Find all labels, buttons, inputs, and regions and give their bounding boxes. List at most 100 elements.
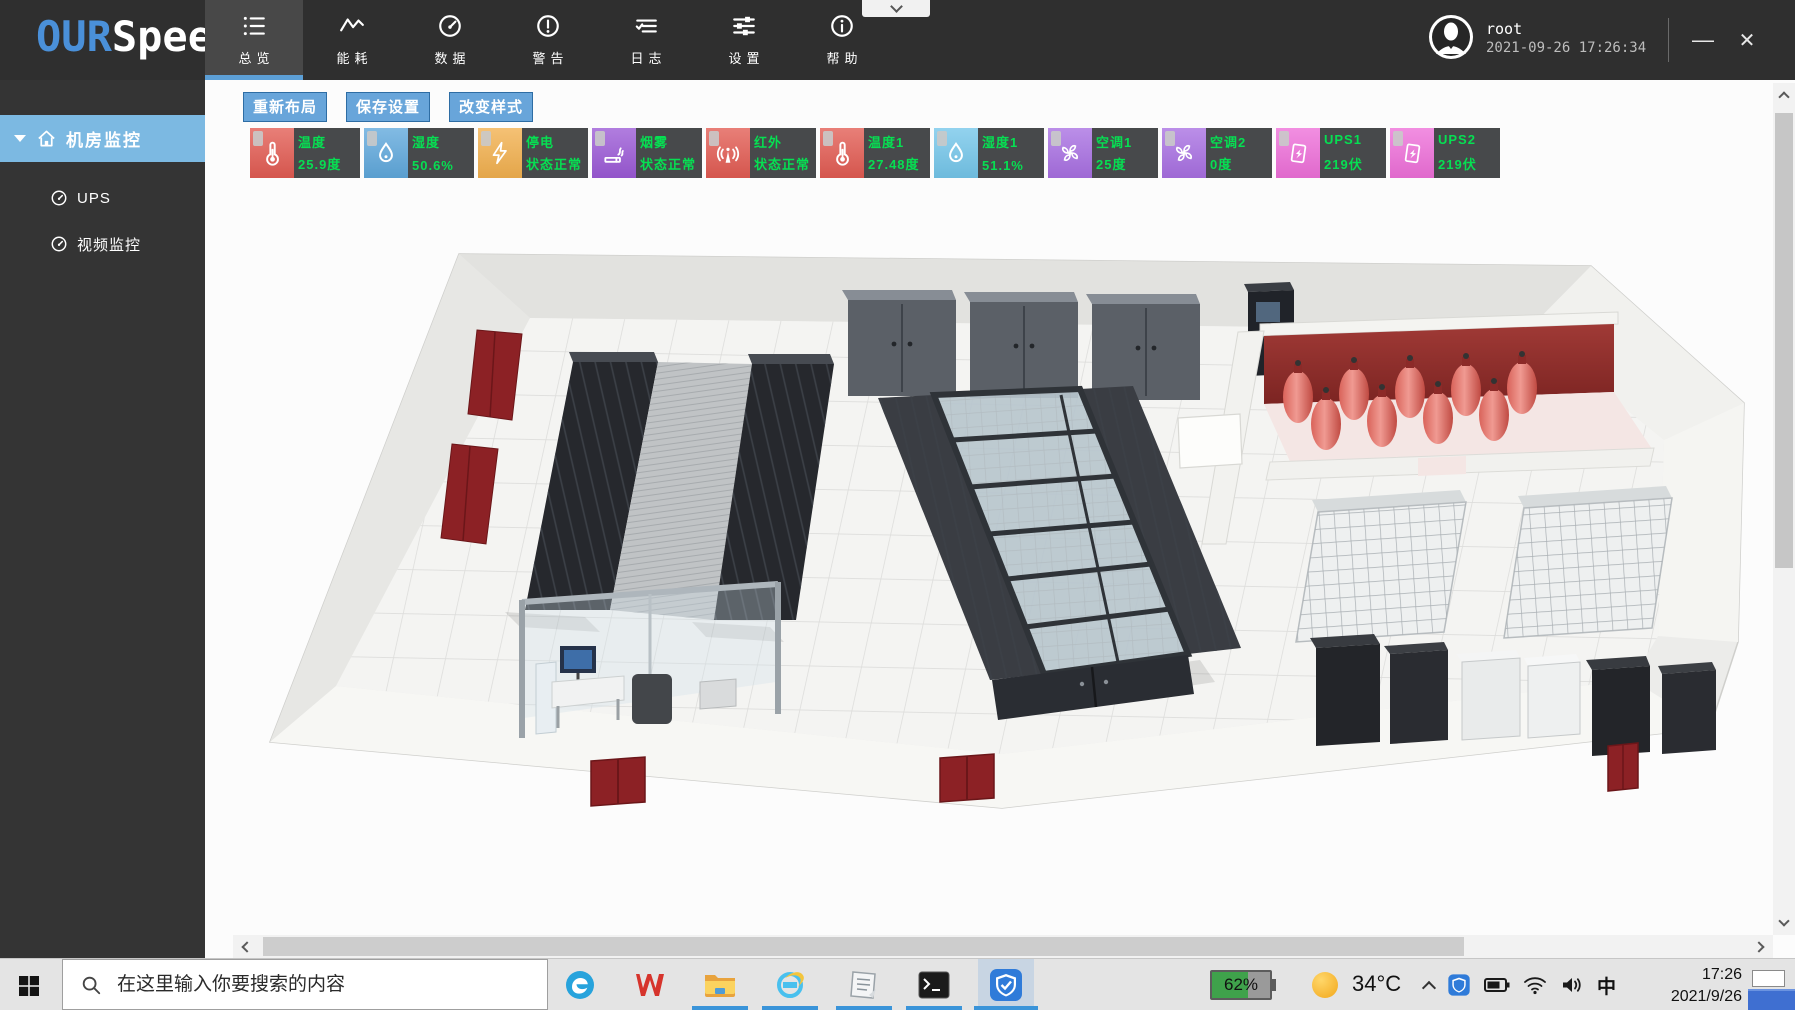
vertical-scroll-thumb[interactable] — [1775, 113, 1793, 568]
tab-alerts[interactable]: 警告 — [499, 0, 597, 80]
scroll-left-button[interactable] — [233, 935, 257, 958]
internet-explorer-icon[interactable] — [766, 959, 814, 1010]
sensor-tile-ups2[interactable]: UPS2219伏 — [1390, 128, 1500, 178]
tag-icon — [937, 131, 947, 146]
tab-logs[interactable]: 日志 — [597, 0, 695, 80]
weather-sun-icon[interactable] — [1312, 972, 1338, 998]
battery-percent: 62% — [1212, 972, 1270, 998]
sensor-tile-ac1[interactable]: 空调125度 — [1048, 128, 1158, 178]
sensor-name: 湿度1 — [982, 132, 1040, 151]
collapse-handle[interactable] — [862, 0, 930, 17]
battery-widget[interactable]: 62% — [1210, 970, 1272, 1000]
tray-shield-icon[interactable] — [1447, 973, 1471, 997]
search-input[interactable] — [115, 973, 495, 997]
tab-label: 设置 — [728, 48, 764, 67]
list-icon — [241, 13, 267, 39]
log-list-icon — [633, 13, 659, 39]
tag-icon — [253, 131, 263, 146]
sensor-tile-smoke[interactable]: 烟雾状态正常 — [592, 128, 702, 178]
battery-icon — [1276, 128, 1320, 178]
sliders-icon — [731, 13, 757, 39]
tab-label: 日志 — [630, 48, 666, 67]
sensor-name: 温度 — [298, 132, 356, 151]
notepad-icon[interactable] — [840, 959, 888, 1010]
sidebar-item-video[interactable]: 视频监控 — [0, 226, 205, 262]
sensor-value: 27.48度 — [868, 154, 926, 173]
taskbar-clock[interactable]: 17:26 2021/9/26 — [1626, 964, 1742, 1007]
sensor-name: 红外 — [754, 132, 812, 151]
edge-icon[interactable] — [556, 959, 604, 1010]
sensor-value: 0度 — [1210, 154, 1268, 173]
tray-battery-icon[interactable] — [1484, 977, 1510, 993]
taskbar-search[interactable] — [62, 959, 548, 1010]
main-content: 重新布局 保存设置 改变样式 温度 25.9度 湿度50.6% — [205, 80, 1795, 958]
alert-circle-icon — [535, 13, 561, 39]
tag-icon — [823, 131, 833, 146]
divider — [1668, 18, 1669, 62]
tab-overview[interactable]: 总览 — [205, 0, 303, 80]
sensor-value: 状态正常 — [526, 154, 584, 173]
save-settings-button[interactable]: 保存设置 — [346, 92, 430, 122]
crac-units — [842, 290, 1200, 400]
pulse-icon — [339, 13, 365, 39]
show-desktop-button[interactable] — [1752, 970, 1785, 987]
gauge-icon — [50, 189, 68, 207]
wps-icon[interactable] — [626, 959, 674, 1010]
tab-settings[interactable]: 设置 — [695, 0, 793, 80]
tab-label: 数据 — [434, 48, 470, 67]
vertical-scrollbar[interactable] — [1773, 83, 1795, 935]
sidebar-item-ups[interactable]: UPS — [0, 180, 205, 216]
monitoring-app-icon[interactable] — [978, 959, 1034, 1010]
sensor-tile-humidity[interactable]: 湿度50.6% — [364, 128, 474, 178]
user-box[interactable]: root 2021-09-26 17:26:34 — [1428, 14, 1646, 60]
windows-taskbar: 62% 34°C 中 17:26 2021/9/26 — [0, 958, 1795, 1010]
file-explorer-icon[interactable] — [696, 959, 744, 1010]
horizontal-scroll-thumb[interactable] — [263, 937, 1464, 956]
battery-icon — [1390, 128, 1434, 178]
sensor-tile-ac2[interactable]: 空调20度 — [1162, 128, 1272, 178]
scroll-down-button[interactable] — [1773, 911, 1795, 935]
minimize-button[interactable]: — — [1686, 24, 1720, 56]
sensor-tile-infrared[interactable]: 红外状态正常 — [706, 128, 816, 178]
close-button[interactable]: ✕ — [1730, 24, 1764, 56]
search-icon — [80, 974, 102, 996]
logo-our: OUR — [36, 12, 112, 61]
sidebar-item-label: 视频监控 — [77, 234, 141, 255]
windows-logo-icon — [17, 973, 41, 997]
change-style-button[interactable]: 改变样式 — [449, 92, 533, 122]
ime-indicator[interactable]: 中 — [1597, 972, 1616, 999]
sensor-tile-humidity1[interactable]: 湿度151.1% — [934, 128, 1044, 178]
tab-energy[interactable]: 能耗 — [303, 0, 401, 80]
relayout-button[interactable]: 重新布局 — [243, 92, 327, 122]
tag-icon — [1393, 131, 1403, 146]
tray-volume-icon[interactable] — [1560, 975, 1584, 995]
scroll-right-button[interactable] — [1749, 935, 1773, 958]
chevron-down-icon — [890, 0, 903, 13]
tab-data[interactable]: 数据 — [401, 0, 499, 80]
scroll-up-button[interactable] — [1773, 83, 1795, 107]
sensor-value: 25.9度 — [298, 154, 356, 173]
battery-nub — [1272, 979, 1276, 991]
sensor-tile-temperature1[interactable]: 温度1 27.48度 — [820, 128, 930, 178]
sensor-value: 25度 — [1096, 154, 1154, 173]
sensor-tile-power-failure[interactable]: 停电状态正常 — [478, 128, 588, 178]
tag-icon — [1279, 131, 1289, 146]
tag-icon — [709, 131, 719, 146]
sensor-tile-temperature[interactable]: 温度 25.9度 — [250, 128, 360, 178]
command-prompt-icon[interactable] — [910, 959, 958, 1010]
sensor-value: 219伏 — [1438, 154, 1496, 173]
right-wall-door — [1608, 743, 1638, 791]
weather-temperature[interactable]: 34°C — [1352, 971, 1401, 997]
tray-chevron-up-icon[interactable] — [1424, 978, 1434, 993]
main-nav: 总览 能耗 数据 警告 — [205, 0, 891, 80]
start-button[interactable] — [14, 972, 44, 998]
gauge-icon — [437, 13, 463, 39]
sidebar: 机房监控 UPS 视频监控 — [0, 80, 205, 958]
sensor-tile-ups1[interactable]: UPS1219伏 — [1276, 128, 1386, 178]
horizontal-scrollbar[interactable] — [233, 935, 1773, 958]
machine-room-3d-view — [230, 212, 1750, 812]
tray-wifi-icon[interactable] — [1523, 975, 1547, 995]
sensor-name: 温度1 — [868, 132, 926, 151]
sidebar-item-machine-room[interactable]: 机房监控 — [0, 115, 205, 162]
lightning-icon — [478, 128, 522, 178]
